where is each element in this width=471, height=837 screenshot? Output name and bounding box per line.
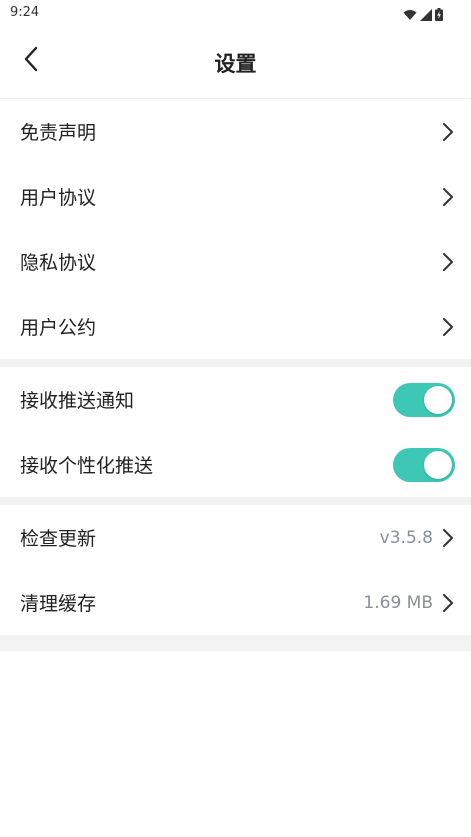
signal-icon — [420, 6, 432, 25]
section-divider — [0, 497, 471, 505]
toggle-knob — [424, 450, 452, 479]
row-label: 清理缓存 — [20, 593, 97, 615]
status-icons — [403, 6, 443, 25]
navigation-bar: 设置 — [0, 26, 471, 98]
row-label: 隐私协议 — [20, 252, 97, 274]
chevron-right-icon — [441, 593, 455, 613]
cache-size-value: 1.69 MB — [363, 592, 433, 613]
clear-cache-row[interactable]: 清理缓存 1.69 MB — [0, 570, 471, 635]
user-convention-row[interactable]: 用户公约 — [0, 294, 471, 359]
chevron-right-icon — [441, 122, 455, 142]
section-divider — [0, 635, 471, 651]
status-bar: 9:24 — [0, 0, 471, 26]
row-label: 检查更新 — [20, 528, 97, 550]
wifi-icon — [403, 6, 417, 25]
chevron-right-icon — [441, 252, 455, 272]
disclaimer-row[interactable]: 免责声明 — [0, 99, 471, 164]
row-label: 接收推送通知 — [20, 390, 135, 412]
check-update-row[interactable]: 检查更新 v3.5.8 — [0, 505, 471, 570]
legal-section: 免责声明 用户协议 隐私协议 用户公约 — [0, 99, 471, 359]
toggle-knob — [424, 385, 452, 414]
row-label: 用户公约 — [20, 317, 97, 339]
notifications-section: 接收推送通知 接收个性化推送 — [0, 367, 471, 497]
page-title: 设置 — [214, 52, 257, 76]
personalized-push-row: 接收个性化推送 — [0, 432, 471, 497]
section-divider — [0, 359, 471, 367]
battery-charging-icon — [435, 6, 443, 25]
row-label: 用户协议 — [20, 187, 97, 209]
chevron-right-icon — [441, 317, 455, 337]
chevron-right-icon — [441, 528, 455, 548]
push-notification-toggle[interactable] — [393, 382, 455, 417]
version-value: v3.5.8 — [379, 527, 433, 548]
user-agreement-row[interactable]: 用户协议 — [0, 164, 471, 229]
chevron-right-icon — [441, 187, 455, 207]
personalized-push-toggle[interactable] — [393, 447, 455, 482]
privacy-agreement-row[interactable]: 隐私协议 — [0, 229, 471, 294]
row-label: 免责声明 — [20, 122, 97, 144]
row-label: 接收个性化推送 — [20, 455, 154, 477]
push-notification-row: 接收推送通知 — [0, 367, 471, 432]
status-time: 9:24 — [10, 5, 40, 20]
system-section: 检查更新 v3.5.8 清理缓存 1.69 MB — [0, 505, 471, 635]
